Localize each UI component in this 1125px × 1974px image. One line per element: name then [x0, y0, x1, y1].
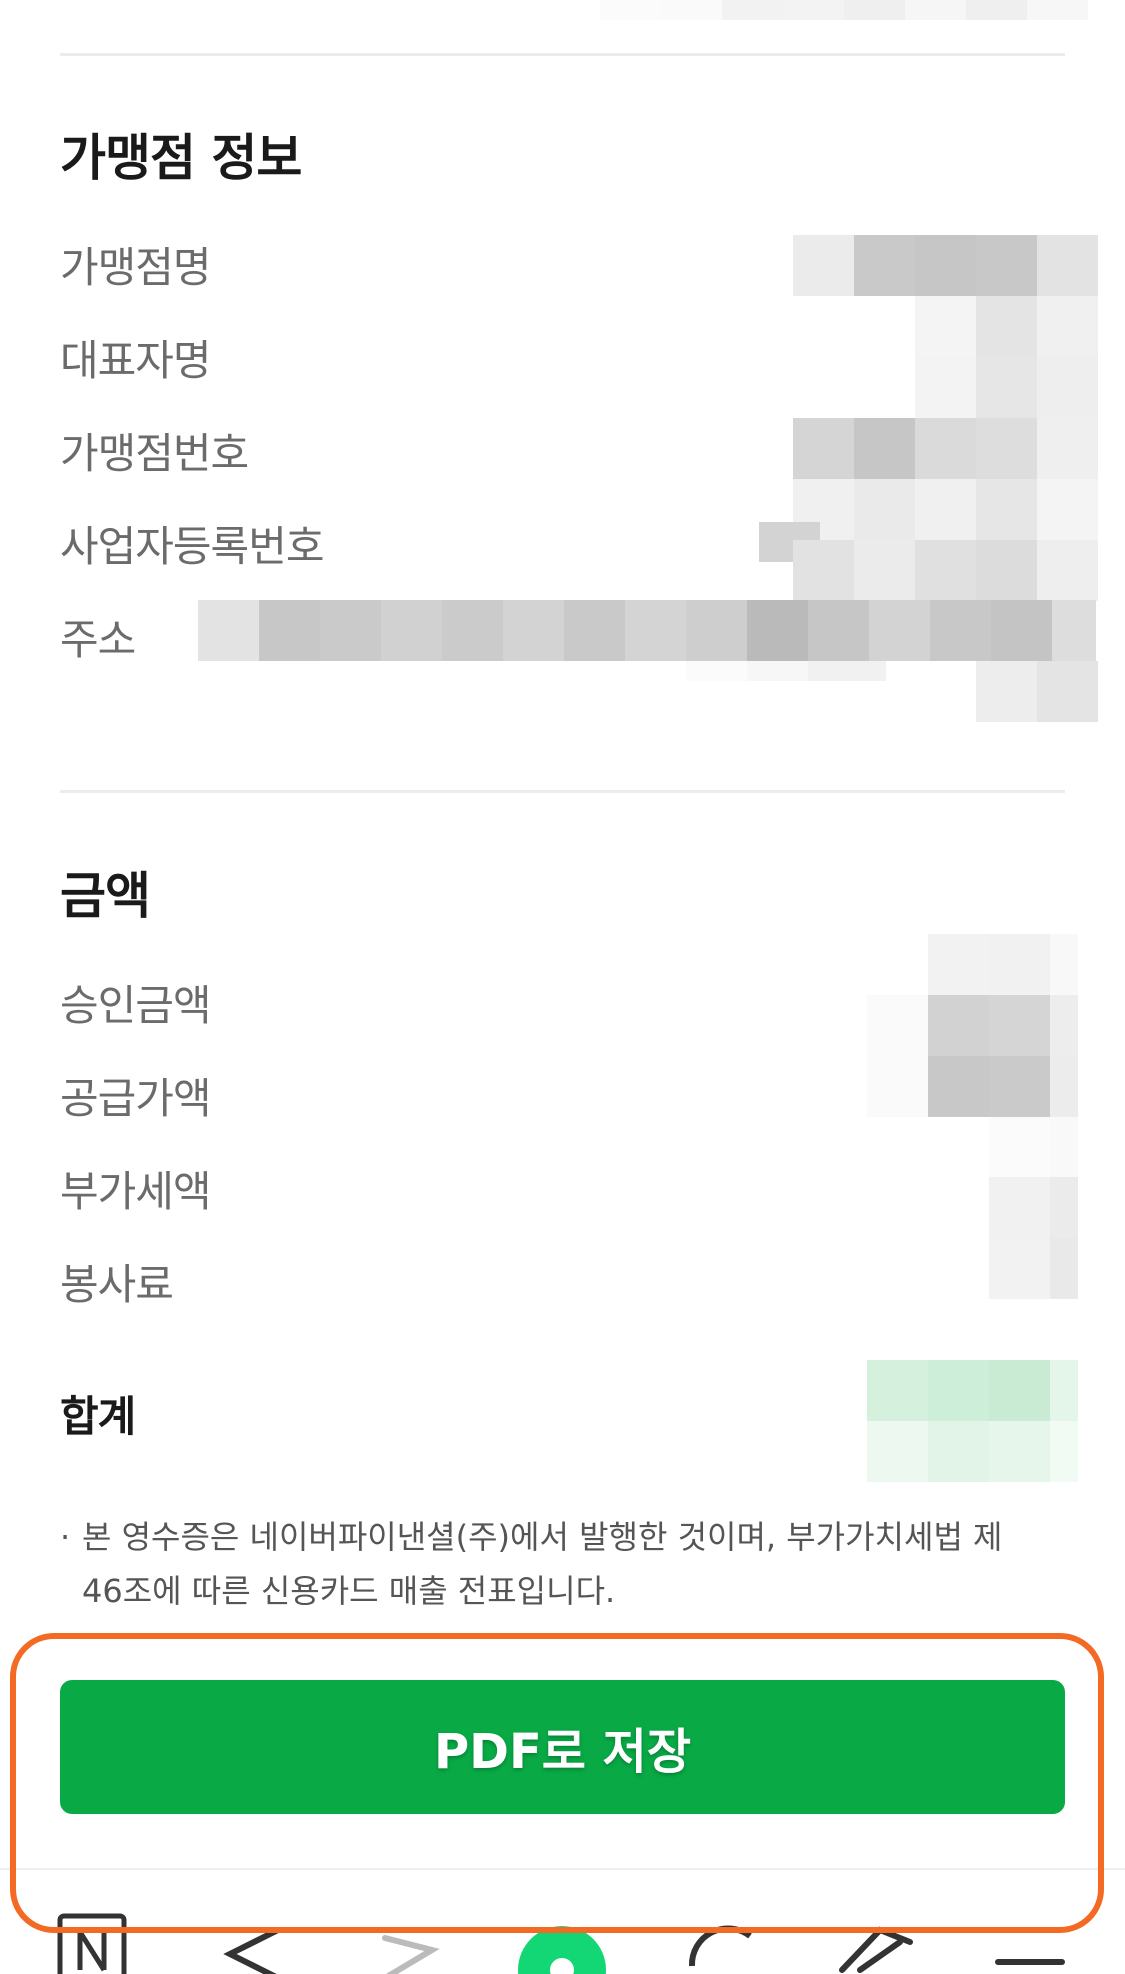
receipt-page: 가맹점 정보 가맹점명 대표자명 가맹점번호 사업자등록번호 주소 금액 승인금… [0, 0, 1125, 1974]
redacted-approved-amount [928, 934, 1078, 995]
amount-section-title: 금액 [60, 867, 151, 925]
note-text: 본 영수증은 네이버파이낸셜(주)에서 발행한 것이며, 부가가치세법 제 46… [82, 1518, 1003, 1610]
receipt-legal-note: · 본 영수증은 네이버파이낸셜(주)에서 발행한 것이며, 부가가치세법 제 … [60, 1510, 1050, 1618]
forward-arrow-icon[interactable] [382, 1935, 440, 1974]
total-label: 합계 [60, 1392, 136, 1441]
merchant-section-title: 가맹점 정보 [60, 129, 302, 187]
representative-name-label: 대표자명 [60, 336, 212, 385]
redacted-approved-supply [867, 995, 1078, 1117]
merchant-name-label: 가맹점명 [60, 243, 212, 292]
redacted-address [198, 600, 1098, 661]
vat-amount-label: 부가세액 [60, 1167, 212, 1216]
redacted-address-2 [686, 661, 886, 681]
redacted-address-3 [976, 661, 1098, 722]
address-label: 주소 [60, 615, 136, 664]
supply-amount-label: 공급가액 [60, 1074, 212, 1123]
note-bullet: · [60, 1518, 71, 1556]
redacted-representative-name [915, 296, 1098, 418]
merchant-number-label: 가맹점번호 [60, 429, 249, 478]
back-arrow-icon[interactable] [223, 1927, 281, 1974]
service-charge-label: 봉사료 [60, 1260, 174, 1309]
section-divider-middle [60, 790, 1065, 793]
business-registration-label: 사업자등록번호 [60, 522, 324, 571]
home-icon[interactable] [57, 1913, 127, 1974]
redacted-merchant-number [793, 418, 1098, 540]
green-dot-icon[interactable] [518, 1926, 606, 1974]
redacted-total-amount [867, 1360, 1078, 1482]
redacted-merchant-name [793, 235, 1098, 296]
refresh-icon[interactable] [688, 1925, 752, 1967]
redacted-service-charge [989, 1238, 1078, 1299]
save-pdf-button[interactable]: PDF로 저장 [60, 1680, 1065, 1814]
redacted-top-value [600, 0, 1088, 20]
section-divider-top [60, 53, 1065, 56]
approved-amount-label: 승인금액 [60, 981, 212, 1030]
share-icon[interactable] [839, 1926, 913, 1973]
redacted-business-number-2 [793, 540, 1098, 601]
browser-bottom-bar [0, 1868, 1125, 1974]
bottom-bar-icons [57, 1913, 1065, 1974]
redacted-vat-amount [989, 1117, 1078, 1238]
